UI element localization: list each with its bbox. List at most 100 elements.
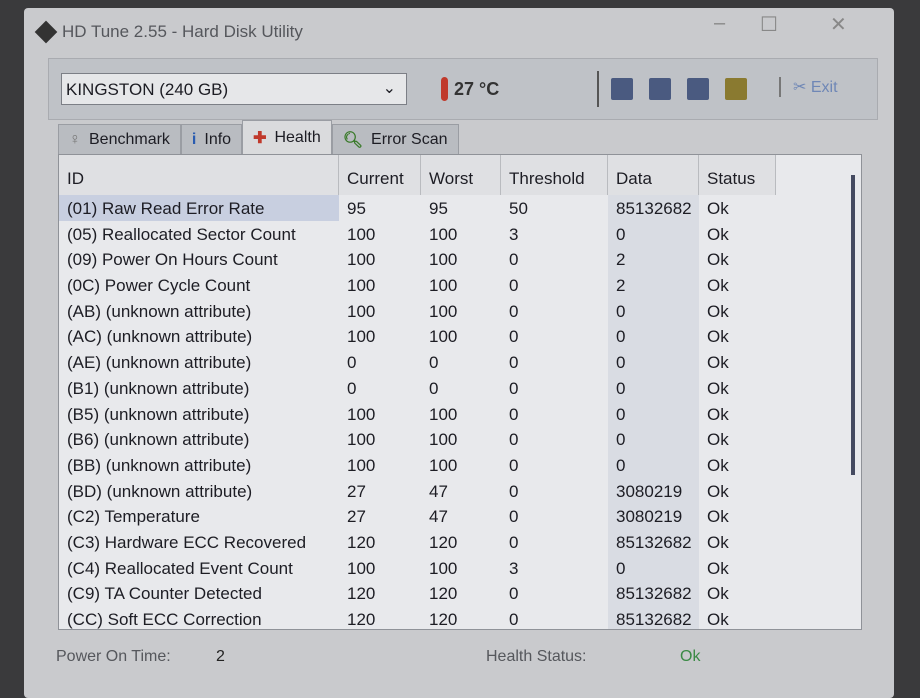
cell-threshold: 0 (509, 481, 519, 501)
tab-bar: ♀ Benchmark i Info ✚ Health 🔍︎ Error Scan (58, 120, 459, 154)
copy-text-icon[interactable] (611, 78, 633, 100)
table-row[interactable]: (CC) Soft ECC Correction 120 120 0 85132682 O… (59, 606, 861, 629)
tab-health[interactable]: ✚ Health (242, 120, 332, 154)
cell-id: (C3) Hardware ECC Recovered (67, 532, 307, 552)
table-row[interactable]: (B6) (unknown attribute) 100 100 0 0 Ok (59, 426, 861, 452)
thermometer-icon (441, 77, 448, 101)
cell-current: 120 (347, 610, 376, 629)
table-row[interactable]: (C9) TA Counter Detected 120 120 0 85132682 O… (59, 580, 861, 606)
tab-benchmark[interactable]: ♀ Benchmark (58, 124, 181, 154)
column-header-status[interactable]: Status (699, 155, 776, 195)
cell-worst: 0 (429, 378, 439, 398)
cell-status: Ok (707, 224, 729, 244)
table-row[interactable]: (C3) Hardware ECC Recovered 120 120 0 851326… (59, 528, 861, 555)
tab-label: Health (274, 128, 321, 146)
cell-current: 0 (347, 353, 357, 373)
cell-current: 27 (347, 507, 366, 527)
column-header-id[interactable]: ID (59, 155, 339, 195)
cell-data: 0 (608, 297, 699, 324)
cell-worst: 120 (429, 610, 458, 629)
cell-current: 120 (347, 584, 376, 604)
cell-threshold: 0 (509, 532, 519, 552)
power-on-time-value: 2 (216, 648, 225, 665)
table-row[interactable]: (BD) (unknown attribute) 27 47 0 3080219 Ok (59, 477, 861, 504)
cell-current: 27 (347, 481, 366, 501)
chevron-down-icon: ⌄ (382, 80, 396, 97)
cell-threshold: 0 (509, 353, 519, 373)
cell-id: (BD) (unknown attribute) (67, 481, 253, 501)
cell-status: Ok (707, 378, 729, 398)
drive-select-value: KINGSTON (240 GB) (66, 80, 229, 99)
cell-data: 85132682 (608, 580, 699, 606)
table-row[interactable]: (AC) (unknown attribute) 100 100 0 0 Ok (59, 323, 861, 350)
cell-worst: 100 (429, 276, 458, 296)
app-window: HD Tune 2.55 - Hard Disk Utility – ☐ ✕ K… (24, 8, 894, 698)
table-row[interactable]: (C4) Reallocated Event Count 100 100 3 0 Ok (59, 554, 861, 581)
maximize-button[interactable]: ☐ (760, 12, 778, 37)
table-row[interactable]: (0C) Power Cycle Count 100 100 0 2 Ok (59, 272, 861, 298)
cell-threshold: 0 (509, 610, 519, 629)
cell-threshold: 0 (509, 301, 519, 321)
temperature-value: 27 °C (454, 78, 500, 99)
cell-threshold: 50 (509, 199, 528, 218)
table-row[interactable]: (09) Power On Hours Count 100 100 0 2 Ok (59, 246, 861, 273)
table-row[interactable]: (B1) (unknown attribute) 0 0 0 0 Ok (59, 374, 861, 401)
tab-info[interactable]: i Info (180, 124, 243, 154)
cell-current: 95 (347, 199, 366, 218)
cell-current: 100 (347, 455, 376, 475)
cell-data: 85132682 (608, 195, 699, 221)
cell-current: 100 (347, 224, 376, 244)
cell-data: 85132682 (608, 606, 699, 629)
cell-current: 100 (347, 430, 376, 450)
table-row[interactable]: (05) Reallocated Sector Count 100 100 3 0 Ok (59, 220, 861, 247)
column-header-threshold[interactable]: Threshold (501, 155, 608, 195)
minimize-button[interactable]: – (714, 12, 725, 35)
info-icon: i (191, 130, 197, 148)
table-row[interactable]: (BB) (unknown attribute) 100 100 0 0 Ok (59, 451, 861, 478)
scrollbar[interactable] (851, 175, 855, 475)
cell-current: 100 (347, 558, 376, 578)
cell-worst: 100 (429, 327, 458, 347)
tab-error-scan[interactable]: 🔍︎ Error Scan (331, 124, 459, 154)
tab-label: Error Scan (371, 130, 448, 148)
cell-worst: 100 (429, 558, 458, 578)
cell-id: (C2) Temperature (67, 507, 200, 527)
cell-data: 0 (608, 374, 699, 401)
magnifier-icon: 🔍︎ (342, 131, 364, 149)
table-row[interactable]: (C2) Temperature 27 47 0 3080219 Ok (59, 503, 861, 529)
column-header-data[interactable]: Data (608, 155, 699, 195)
toolbar: KINGSTON (240 GB) ⌄ 27 °C ✂ Exit (48, 58, 878, 120)
column-header-current[interactable]: Current (339, 155, 421, 195)
cell-threshold: 3 (509, 224, 519, 244)
cell-id: (BB) (unknown attribute) (67, 455, 252, 475)
cell-data: 0 (608, 451, 699, 478)
cell-worst: 0 (429, 353, 439, 373)
table-row[interactable]: (01) Raw Read Error Rate 95 95 50 85132682 Ok (59, 195, 861, 221)
cell-id: (B6) (unknown attribute) (67, 430, 250, 450)
cell-id: (09) Power On Hours Count (67, 250, 278, 270)
cell-worst: 47 (429, 481, 448, 501)
cell-status: Ok (707, 507, 729, 527)
cell-threshold: 0 (509, 507, 519, 527)
table-header: ID Current Worst Threshold Data Status (59, 155, 861, 195)
drive-select[interactable]: KINGSTON (240 GB) ⌄ (61, 73, 407, 105)
table-row[interactable]: (AE) (unknown attribute) 0 0 0 0 Ok (59, 349, 861, 375)
cell-status: Ok (707, 250, 729, 270)
cell-data: 2 (608, 272, 699, 298)
cell-threshold: 0 (509, 250, 519, 270)
cell-data: 0 (608, 220, 699, 247)
save-icon[interactable] (687, 78, 709, 100)
table-row[interactable]: (AB) (unknown attribute) 100 100 0 0 Ok (59, 297, 861, 324)
cell-current: 100 (347, 301, 376, 321)
table-row[interactable]: (B5) (unknown attribute) 100 100 0 0 Ok (59, 400, 861, 427)
cell-id: (C9) TA Counter Detected (67, 584, 262, 604)
options-icon[interactable] (725, 78, 747, 100)
cell-status: Ok (707, 558, 729, 578)
cell-threshold: 0 (509, 455, 519, 475)
cell-data: 85132682 (608, 528, 699, 555)
column-header-worst[interactable]: Worst (421, 155, 501, 195)
cell-worst: 100 (429, 224, 458, 244)
exit-button[interactable]: ✂ Exit (779, 77, 838, 97)
close-button[interactable]: ✕ (830, 12, 847, 37)
copy-screenshot-icon[interactable] (649, 78, 671, 100)
